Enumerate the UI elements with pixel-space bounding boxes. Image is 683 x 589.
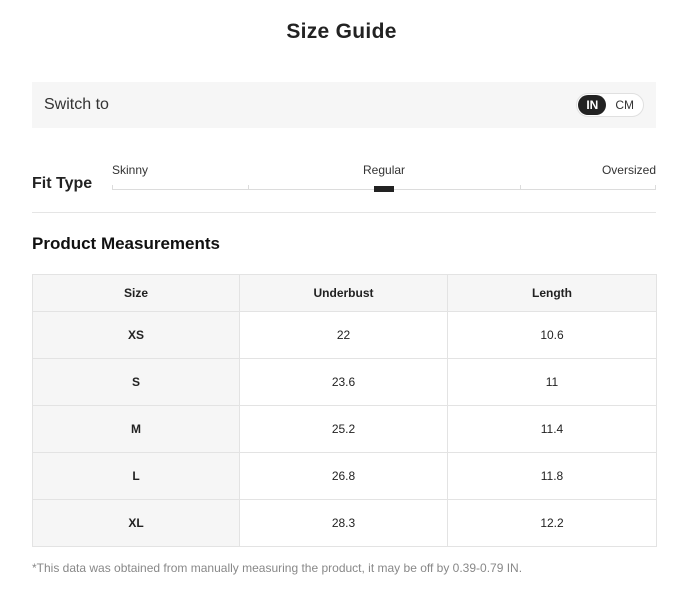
table-row: S 23.6 11 — [32, 358, 657, 406]
size-cell: S — [32, 358, 240, 406]
column-header-size: Size — [32, 274, 240, 312]
fit-type-label: Fit Type — [32, 175, 93, 192]
size-cell: L — [32, 452, 240, 500]
fit-option-regular: Regular — [363, 163, 406, 177]
fit-scale-tick — [520, 185, 521, 190]
fit-scale-tick — [655, 185, 656, 190]
length-cell: 11.8 — [447, 452, 657, 500]
unit-option-in[interactable]: IN — [578, 95, 607, 115]
column-header-length: Length — [447, 274, 657, 312]
table-row: M 25.2 11.4 — [32, 405, 657, 453]
measurements-table: Size Underbust Length XS 22 10.6 S 23.6 … — [32, 274, 657, 547]
size-cell: M — [32, 405, 240, 453]
fit-scale-tick — [248, 185, 249, 190]
fit-scale-tick — [112, 185, 113, 190]
table-row: XL 28.3 12.2 — [32, 499, 657, 547]
length-cell: 11 — [447, 358, 657, 406]
size-cell: XL — [32, 499, 240, 547]
unit-option-cm[interactable]: CM — [607, 95, 642, 115]
fit-option-oversized: Oversized — [601, 163, 656, 177]
fit-option-skinny: Skinny — [112, 163, 149, 177]
measurement-footnote: *This data was obtained from manually me… — [32, 561, 523, 575]
length-cell: 11.4 — [447, 405, 657, 453]
unit-toggle[interactable]: IN CM — [576, 93, 644, 117]
underbust-cell: 22 — [239, 311, 448, 359]
column-header-underbust: Underbust — [239, 274, 448, 312]
underbust-cell: 28.3 — [239, 499, 448, 547]
section-divider — [32, 212, 656, 213]
size-cell: XS — [32, 311, 240, 359]
underbust-cell: 26.8 — [239, 452, 448, 500]
table-row: XS 22 10.6 — [32, 311, 657, 359]
table-header-row: Size Underbust Length — [32, 274, 657, 312]
fit-selected-marker — [374, 186, 394, 192]
underbust-cell: 25.2 — [239, 405, 448, 453]
length-cell: 12.2 — [447, 499, 657, 547]
table-row: L 26.8 11.8 — [32, 452, 657, 500]
unit-switch-bar: Switch to IN CM — [32, 82, 656, 128]
fit-type-scale: Skinny Regular Oversized — [112, 163, 656, 193]
measurements-title: Product Measurements — [32, 234, 220, 253]
length-cell: 10.6 — [447, 311, 657, 359]
page-title: Size Guide — [286, 20, 397, 43]
switch-label: Switch to — [44, 96, 109, 113]
underbust-cell: 23.6 — [239, 358, 448, 406]
